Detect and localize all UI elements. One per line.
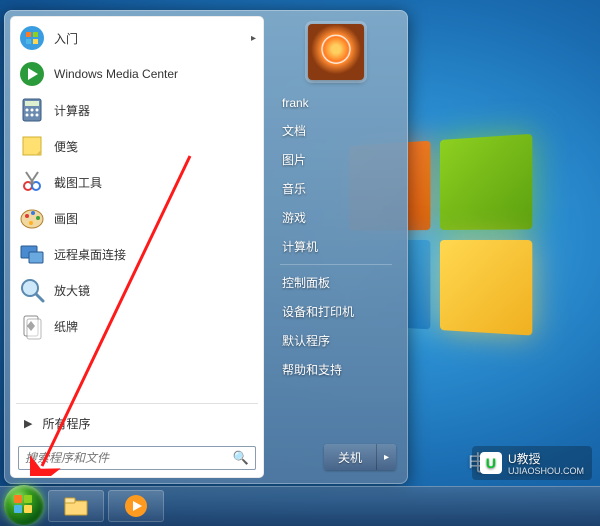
shutdown-options-button[interactable]: ▸ <box>376 444 396 470</box>
program-item-remote-desktop[interactable]: 远程桌面连接 <box>12 236 262 272</box>
right-panel-item[interactable]: 默认程序 <box>274 326 398 355</box>
user-name-item[interactable]: frank <box>274 90 398 116</box>
program-label: 便笺 <box>54 138 78 155</box>
program-item-media-center[interactable]: Windows Media Center <box>12 56 262 92</box>
all-programs-label: 所有程序 <box>42 415 90 432</box>
all-programs-button[interactable]: ▶ 所有程序 <box>14 408 260 438</box>
program-item-getting-started[interactable]: 入门 ▸ <box>12 20 262 56</box>
divider <box>280 264 392 265</box>
right-panel-item[interactable]: 控制面板 <box>274 268 398 297</box>
watermark: U U教授 UJIAOSHOU.COM <box>472 446 592 480</box>
getting-started-icon <box>18 24 46 52</box>
right-panel-item[interactable]: 音乐 <box>274 174 398 203</box>
search-row: 🔍 <box>10 440 264 478</box>
user-avatar[interactable] <box>308 24 364 80</box>
folder-icon <box>63 495 89 517</box>
program-label: Windows Media Center <box>54 67 178 81</box>
start-button[interactable] <box>4 485 44 525</box>
right-panel-item[interactable]: 设备和打印机 <box>274 297 398 326</box>
right-panel-item[interactable]: 计算机 <box>274 232 398 261</box>
program-item-solitaire[interactable]: 纸牌 <box>12 308 262 344</box>
right-panel-item[interactable]: 图片 <box>274 145 398 174</box>
program-label: 放大镜 <box>54 282 90 299</box>
shutdown-button[interactable]: 关机 <box>324 444 376 470</box>
taskbar-explorer-button[interactable] <box>48 490 104 522</box>
program-label: 远程桌面连接 <box>54 246 126 263</box>
program-item-paint[interactable]: 画图 <box>12 200 262 236</box>
program-label: 纸牌 <box>54 318 78 335</box>
divider <box>16 403 258 404</box>
windows-flag-icon <box>14 495 34 515</box>
avatar-container <box>274 24 398 80</box>
snipping-tool-icon <box>18 168 46 196</box>
media-center-icon <box>18 60 46 88</box>
search-box[interactable]: 🔍 <box>18 446 256 470</box>
remote-desktop-icon <box>18 240 46 268</box>
program-item-sticky-notes[interactable]: 便笺 <box>12 128 262 164</box>
paint-icon <box>18 204 46 232</box>
shutdown-row: 关机 ▸ <box>274 440 398 472</box>
taskbar-media-player-button[interactable] <box>108 490 164 522</box>
sticky-notes-icon <box>18 132 46 160</box>
program-item-snipping-tool[interactable]: 截图工具 <box>12 164 262 200</box>
search-icon: 🔍 <box>233 450 249 466</box>
program-label: 计算器 <box>54 102 90 119</box>
magnifier-icon <box>18 276 46 304</box>
watermark-logo-icon: U <box>480 452 502 474</box>
right-panel-item[interactable]: 文档 <box>274 116 398 145</box>
start-menu-left-panel: 入门 ▸ Windows Media Center 计算器 便笺 截图工具 画图… <box>10 16 264 478</box>
program-label: 截图工具 <box>54 174 102 191</box>
shutdown-button-group: 关机 ▸ <box>324 444 396 470</box>
start-menu-right-panel: frank 文档图片音乐游戏计算机 控制面板设备和打印机默认程序帮助和支持 关机… <box>264 16 402 478</box>
program-label: 入门 <box>54 30 78 47</box>
watermark-brand: U教授 <box>508 452 541 466</box>
media-player-icon <box>124 494 148 518</box>
taskbar <box>0 486 600 526</box>
start-menu: 入门 ▸ Windows Media Center 计算器 便笺 截图工具 画图… <box>4 10 408 484</box>
program-item-magnifier[interactable]: 放大镜 <box>12 272 262 308</box>
right-panel-item[interactable]: 帮助和支持 <box>274 355 398 384</box>
triangle-right-icon: ▶ <box>24 417 32 430</box>
submenu-arrow-icon: ▸ <box>251 33 256 44</box>
search-input[interactable] <box>25 451 233 465</box>
watermark-url: UJIAOSHOU.COM <box>508 467 584 476</box>
solitaire-icon <box>18 312 46 340</box>
program-item-calculator[interactable]: 计算器 <box>12 92 262 128</box>
program-label: 画图 <box>54 210 78 227</box>
right-panel-item[interactable]: 游戏 <box>274 203 398 232</box>
calculator-icon <box>18 96 46 124</box>
program-list: 入门 ▸ Windows Media Center 计算器 便笺 截图工具 画图… <box>10 16 264 401</box>
